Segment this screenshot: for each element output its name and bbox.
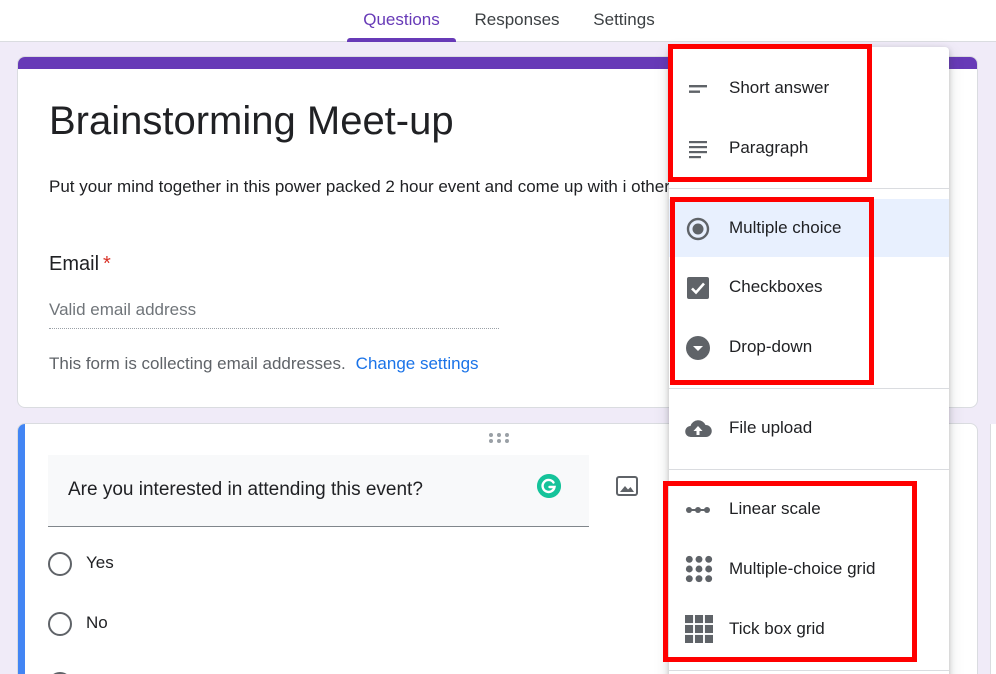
checkbox-icon xyxy=(687,277,709,299)
collect-note-text: This form is collecting email addresses. xyxy=(49,354,346,373)
menu-item-paragraph[interactable]: Paragraph xyxy=(669,119,949,177)
required-asterisk: * xyxy=(103,253,111,275)
form-title[interactable]: Brainstorming Meet-up xyxy=(49,99,454,144)
menu-divider xyxy=(669,188,949,189)
grammarly-icon[interactable] xyxy=(537,474,561,498)
add-image-icon[interactable] xyxy=(615,474,639,498)
menu-item-label: Multiple choice xyxy=(729,218,842,237)
menu-item-label: Tick box grid xyxy=(729,619,825,638)
menu-divider xyxy=(669,388,949,389)
menu-item-checkboxes[interactable]: Checkboxes xyxy=(669,258,949,316)
menu-item-label: Checkboxes xyxy=(729,277,823,296)
short-answer-icon xyxy=(689,85,707,93)
side-toolbar-edge xyxy=(990,424,996,674)
option-label[interactable]: No xyxy=(86,613,108,633)
menu-divider xyxy=(669,469,949,470)
menu-item-multiple-choice[interactable]: Multiple choice xyxy=(669,199,949,257)
radio-icon xyxy=(48,612,72,636)
drag-handle-icon[interactable] xyxy=(488,432,510,444)
dropdown-circle-icon xyxy=(686,336,710,360)
square-grid-icon xyxy=(685,615,713,643)
menu-item-label: File upload xyxy=(729,418,813,437)
form-description[interactable]: Put your mind together in this power pac… xyxy=(49,173,709,200)
menu-item-short-answer[interactable]: Short answer xyxy=(669,59,949,117)
option-label[interactable]: Yes xyxy=(86,553,114,573)
tab-responses[interactable]: Responses xyxy=(466,0,568,42)
menu-item-label: Drop-down xyxy=(729,337,813,356)
menu-item-multiple-choice-grid[interactable]: Multiple-choice grid xyxy=(669,540,949,598)
email-collection-note: This form is collecting email addresses.… xyxy=(49,354,479,374)
top-tab-bar: Questions Responses Settings xyxy=(0,0,996,42)
change-settings-link[interactable]: Change settings xyxy=(356,354,479,373)
question-title-input[interactable]: Are you interested in attending this eve… xyxy=(48,455,589,527)
tab-settings[interactable]: Settings xyxy=(582,0,666,42)
linear-scale-icon xyxy=(686,507,710,513)
paragraph-icon xyxy=(689,141,707,159)
menu-item-label: Multiple-choice grid xyxy=(729,559,876,578)
email-question-label: Email * xyxy=(49,253,111,276)
tab-questions[interactable]: Questions xyxy=(347,0,456,42)
question-title-text: Are you interested in attending this eve… xyxy=(68,479,423,500)
menu-item-label: Short answer xyxy=(729,78,830,97)
question-type-menu: Short answer Paragraph Multiple choice C… xyxy=(669,47,949,674)
email-label-text: Email xyxy=(49,253,100,275)
menu-item-linear-scale[interactable]: Linear scale xyxy=(669,480,949,538)
dot-grid-icon xyxy=(685,555,713,583)
menu-item-label: Linear scale xyxy=(729,499,821,518)
active-question-indicator xyxy=(18,424,25,674)
email-field: Valid email address xyxy=(49,298,499,329)
cloud-upload-icon xyxy=(685,420,712,438)
menu-item-tick-box-grid[interactable]: Tick box grid xyxy=(669,600,949,658)
menu-item-drop-down[interactable]: Drop-down xyxy=(669,318,949,376)
menu-divider xyxy=(669,670,949,671)
menu-item-label: Paragraph xyxy=(729,138,809,157)
radio-icon xyxy=(48,552,72,576)
active-tab-indicator xyxy=(347,38,456,42)
radio-button-icon xyxy=(686,217,710,241)
menu-item-file-upload[interactable]: File upload xyxy=(669,399,949,457)
